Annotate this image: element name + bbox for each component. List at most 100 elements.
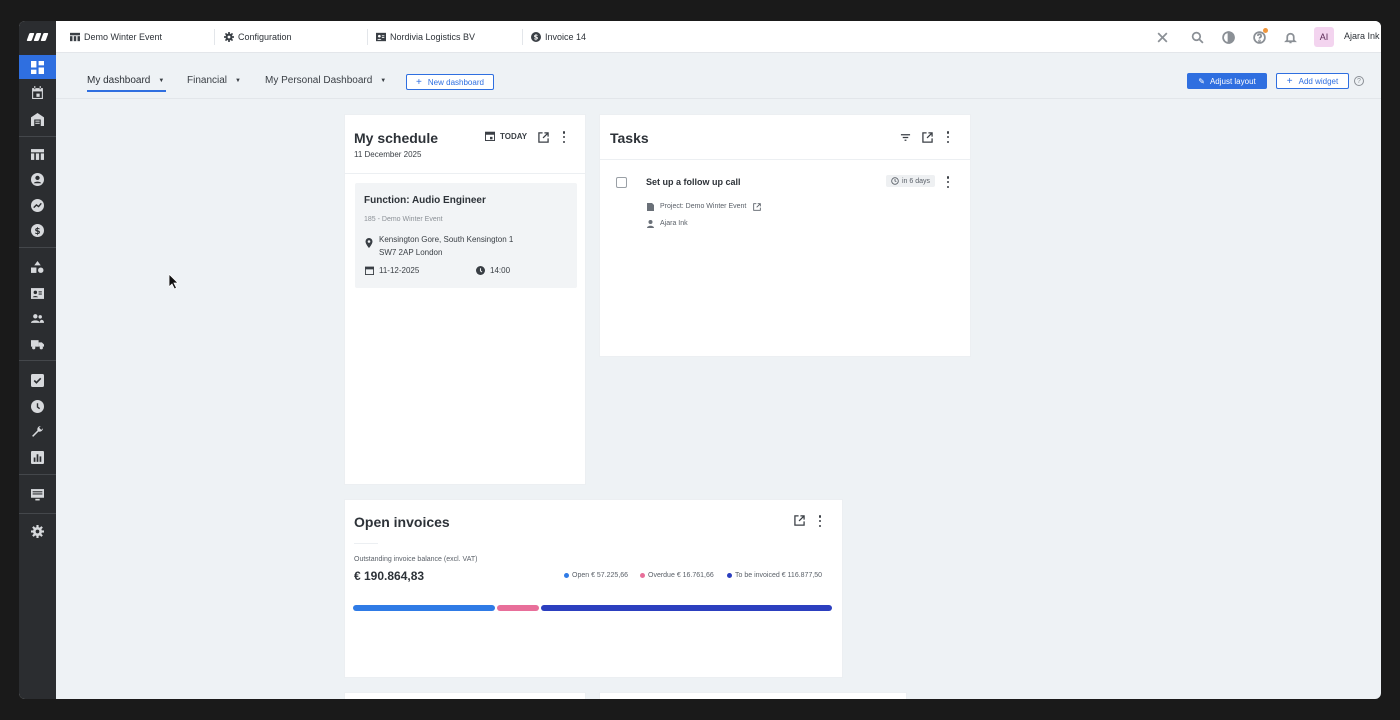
mouse-cursor-icon [169,274,179,290]
top-tab-configuration[interactable]: Configuration [224,21,292,53]
sidebar-item-warehouse[interactable] [19,107,56,131]
help-icon[interactable] [1252,28,1268,44]
tab-label: My dashboard [87,75,151,86]
today-button[interactable]: TODAY [485,131,527,141]
tab-label: Financial [187,75,228,86]
document-icon [647,203,654,211]
sidebar-item-tasks[interactable] [19,368,56,392]
chart-icon [31,450,44,464]
due-label: in 6 days [902,177,931,185]
tab-my-dashboard[interactable]: My dashboard ▼ [87,75,164,86]
legend-open: Open € 57.225,66 [564,572,628,579]
top-tab-label: Invoice 14 [545,32,587,42]
sidebar-item-projects[interactable] [19,142,56,166]
more-menu-icon[interactable] [818,515,822,527]
task-more-icon[interactable] [946,176,950,188]
address-line-1: Kensington Gore, South Kensington 1 [379,235,514,244]
divider [354,543,378,544]
legend-dot [727,573,732,578]
task-project[interactable]: Project: Demo Winter Event [660,203,746,210]
app-logo[interactable] [19,21,56,53]
schedule-item-time: 14:00 [490,266,511,275]
schedule-item-date: 11-12-2025 [379,266,420,275]
checkbox-icon [31,373,44,387]
task-item[interactable]: Set up a follow up call in 6 days Projec… [600,165,970,235]
schedule-item-title: Function: Audio Engineer [364,195,486,206]
gear-icon [224,32,234,42]
contact-card-icon [31,287,44,299]
svg-text:$: $ [34,226,40,236]
sidebar-item-crew[interactable] [19,281,56,305]
adjust-layout-button[interactable]: ✎ Adjust layout [1187,73,1267,89]
open-invoices-widget: Open invoices Outstanding invoice balanc… [345,500,842,677]
balance-bar [353,605,832,611]
open-external-icon[interactable] [921,131,933,143]
balance-total: € 190.864,83 [354,569,425,583]
schedule-item-subtitle: 185 - Demo Winter Event [364,216,443,223]
legend-label: Overdue [648,572,675,579]
calendar-icon [485,131,495,141]
task-checkbox[interactable] [616,177,627,188]
widget-title: Tasks [610,130,649,146]
sidebar-item-resources[interactable] [19,255,56,279]
active-tab-indicator [87,90,166,92]
app-window: $ Demo Winter Event Configuration Nordiv… [19,21,1381,699]
filter-icon[interactable] [899,131,911,143]
help-icon[interactable]: ? [1354,76,1364,86]
legend-to-be-invoiced: To be invoiced € 116.877,50 [727,572,822,579]
sidebar-item-time[interactable] [19,394,56,418]
sidebar-item-display[interactable] [19,482,56,506]
more-menu-icon[interactable] [562,131,566,143]
dashboard-icon [31,60,44,74]
avatar[interactable]: AI [1314,27,1334,47]
legend-value: € 57.225,66 [591,572,629,579]
more-menu-icon[interactable] [946,131,950,143]
open-external-icon[interactable] [537,131,549,143]
legend-dot [564,573,569,578]
legend-value: € 16.761,66 [676,572,714,579]
schedule-item[interactable]: Function: Audio Engineer 185 - Demo Wint… [355,183,577,288]
balance-bar-segment [353,605,496,611]
pencil-icon: ✎ [1198,76,1205,86]
theme-icon[interactable] [1221,30,1235,44]
close-icon[interactable] [1155,30,1169,44]
button-label: Add widget [1298,76,1339,86]
calendar-icon [32,85,43,99]
open-external-icon[interactable] [793,514,805,526]
sidebar-item-analytics[interactable] [19,193,56,217]
clock-icon [476,266,485,275]
caret-down-icon: ▼ [235,77,241,84]
user-name[interactable]: Ajara Ink [1344,31,1380,41]
top-tab-company[interactable]: Nordivia Logistics BV [376,21,475,53]
sidebar-item-team[interactable] [19,306,56,330]
shapes-icon [31,260,44,273]
top-tab-project[interactable]: Demo Winter Event [70,21,162,53]
top-bar: Demo Winter Event Configuration Nordivia… [56,21,1381,53]
plus-icon: + [416,76,422,88]
sidebar-item-settings[interactable] [19,519,56,543]
sidebar-item-finance[interactable]: $ [19,218,56,242]
sidebar-item-reports[interactable] [19,445,56,469]
search-icon[interactable] [1190,30,1204,44]
sidebar-item-calendar[interactable] [19,80,56,104]
new-dashboard-button[interactable]: + New dashboard [406,74,494,90]
sidebar-item-dashboard[interactable] [19,55,56,79]
sidebar-item-maintenance[interactable] [19,419,56,443]
bell-icon[interactable] [1283,30,1297,44]
sidebar-item-contacts[interactable] [19,167,56,191]
balance-label: Outstanding invoice balance (excl. VAT) [354,556,478,563]
open-external-icon[interactable] [753,203,761,211]
sidebar-item-transport[interactable] [19,332,56,356]
legend-overdue: Overdue € 16.761,66 [640,572,714,579]
dashboard-tab-bar: My dashboard ▼ Financial ▼ My Personal Das… [56,53,1381,99]
divider [345,173,585,174]
balance-bar-segment [541,605,832,611]
add-widget-button[interactable]: + Add widget [1276,73,1349,89]
tab-financial[interactable]: Financial ▼ [187,75,241,86]
table-icon [70,32,80,42]
top-tab-invoice[interactable]: $ Invoice 14 [531,21,586,53]
tab-my-personal-dashboard[interactable]: My Personal Dashboard ▼ [265,75,386,86]
button-label: TODAY [500,131,528,141]
top-tab-label: Configuration [238,32,292,42]
contact-card-icon [376,32,386,42]
